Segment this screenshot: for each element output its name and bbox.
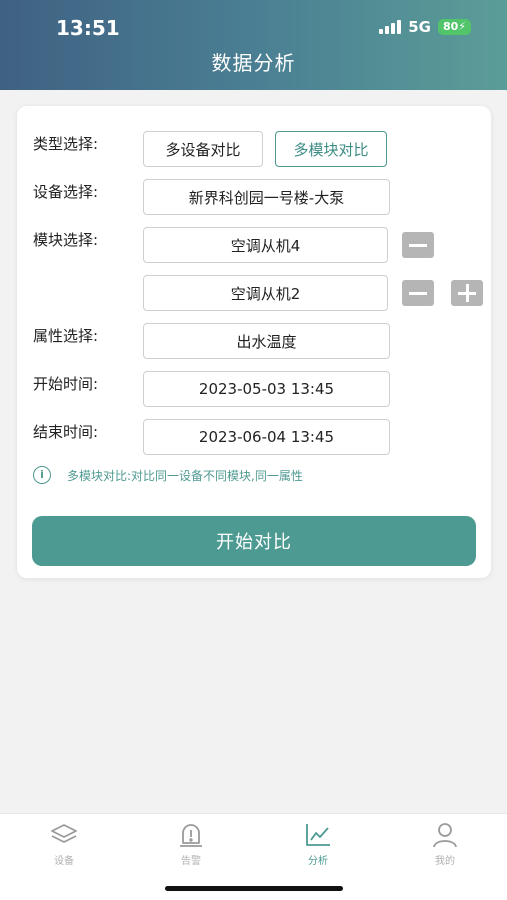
- end-time-picker[interactable]: 2023-06-04 13:45: [143, 419, 390, 455]
- minus-icon: [409, 243, 427, 247]
- start-time-picker[interactable]: 2023-05-03 13:45: [143, 371, 390, 407]
- tab-analysis-label: 分析: [308, 856, 328, 867]
- type-label: 类型选择:: [33, 135, 99, 153]
- signal-icon: [379, 20, 402, 34]
- home-indicator: [165, 886, 343, 891]
- tab-device[interactable]: 设备: [19, 820, 109, 867]
- module-label: 模块选择:: [33, 231, 99, 249]
- alarm-icon: [180, 824, 202, 847]
- tab-mine[interactable]: 我的: [400, 820, 490, 867]
- module-select-2[interactable]: 空调从机2: [143, 275, 388, 311]
- app-header: 13:51 5G 80⚡ 数据分析: [0, 0, 507, 90]
- device-select[interactable]: 新界科创园一号楼-大泵: [143, 179, 390, 215]
- layers-icon: [51, 824, 77, 843]
- status-indicators: 5G 80⚡: [379, 18, 471, 36]
- add-module-button[interactable]: [451, 280, 483, 306]
- tab-device-label: 设备: [54, 856, 74, 867]
- attribute-label: 属性选择:: [33, 327, 99, 345]
- device-label: 设备选择:: [33, 183, 99, 201]
- page-title: 数据分析: [211, 51, 296, 75]
- compare-form-card: 类型选择: 多设备对比 多模块对比 设备选择: 新界科创园一号楼-大泵 模块选择…: [17, 106, 491, 578]
- info-icon: i: [33, 466, 51, 484]
- hint-text: 多模块对比:对比同一设备不同模块,同一属性: [67, 468, 303, 483]
- user-icon: [433, 823, 457, 848]
- module-select-1[interactable]: 空调从机4: [143, 227, 388, 263]
- tab-alarm-label: 告警: [181, 856, 201, 867]
- hint-row: i 多模块对比:对比同一设备不同模块,同一属性: [33, 466, 303, 484]
- multi-module-compare-button[interactable]: 多模块对比: [275, 131, 387, 167]
- start-time-label: 开始时间:: [33, 375, 99, 393]
- tab-alarm[interactable]: 告警: [146, 820, 236, 867]
- chart-line-icon: [306, 824, 330, 846]
- minus-icon: [409, 291, 427, 295]
- remove-module-button-1[interactable]: [402, 232, 434, 258]
- tab-analysis[interactable]: 分析: [273, 820, 363, 867]
- start-compare-button[interactable]: 开始对比: [32, 516, 476, 566]
- battery-level: 80: [442, 20, 459, 33]
- tab-mine-label: 我的: [435, 856, 455, 867]
- battery-icon: 80⚡: [437, 19, 471, 35]
- attribute-select[interactable]: 出水温度: [143, 323, 390, 359]
- multi-device-compare-button[interactable]: 多设备对比: [143, 131, 263, 167]
- end-time-label: 结束时间:: [33, 423, 99, 441]
- remove-module-button-2[interactable]: [402, 280, 434, 306]
- network-type: 5G: [408, 18, 431, 36]
- status-time: 13:51: [56, 16, 120, 40]
